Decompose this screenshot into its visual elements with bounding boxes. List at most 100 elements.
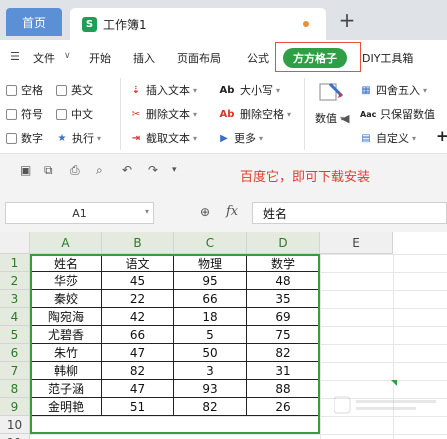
table-cell[interactable]: 93 [174,380,247,398]
table-cell[interactable]: 物理 [174,254,247,272]
menu-page-layout[interactable]: 页面布局 [177,50,221,66]
table-cell[interactable]: 45 [102,272,174,290]
table-cell[interactable]: 50 [174,344,247,362]
select-all-corner[interactable] [0,232,30,254]
table-cell[interactable]: 姓名 [30,254,102,272]
row-header-8[interactable]: 8 [0,380,30,398]
row-header-10[interactable]: 10 [0,416,30,434]
menu-start[interactable]: 开始 [89,50,111,66]
checkbox-english[interactable]: 英文 [56,82,93,98]
checkbox-icon[interactable] [6,132,17,144]
execute-button[interactable]: ★ 执行 ▾ [56,130,102,146]
redo-icon[interactable]: ↷ [148,163,158,177]
cut-text-button[interactable]: ⇥ 截取文本 ▾ [130,130,197,146]
print-preview-icon[interactable]: ⌕ [96,163,103,178]
function-icon[interactable]: fx [226,204,238,219]
more-button[interactable]: ▶ 更多 ▾ [218,130,263,146]
insert-text-button[interactable]: ⇣ 插入文本 ▾ [130,82,197,98]
table-cell[interactable]: 82 [174,398,247,416]
numeric-icon[interactable] [318,80,344,104]
chevron-down-icon[interactable]: ▾ [172,165,177,175]
checkbox-symbol[interactable]: 符号 [6,106,43,122]
export-icon[interactable]: ⧉ [44,163,53,178]
table-cell[interactable]: 陶宛海 [30,308,102,326]
table-cell[interactable]: 数学 [247,254,320,272]
checkbox-icon[interactable] [56,84,67,96]
row-header-2[interactable]: 2 [0,272,30,290]
dropdown-arrow-icon[interactable]: ◀ [341,112,349,125]
formula-input[interactable]: 姓名 [252,202,447,224]
row-header-3[interactable]: 3 [0,290,30,308]
table-cell[interactable]: 95 [174,272,247,290]
numeric-button[interactable]: 数值 ▾ [315,110,344,126]
table-cell[interactable]: 语文 [102,254,174,272]
save-icon[interactable]: ▣ [20,163,31,177]
checkbox-icon[interactable] [6,108,17,120]
table-cell[interactable]: 75 [247,326,320,344]
column-header-d[interactable]: D [247,232,320,254]
new-tab-button[interactable]: + [337,8,357,32]
row-header-5[interactable]: 5 [0,326,30,344]
table-cell[interactable]: 69 [247,308,320,326]
row-header-4[interactable]: 4 [0,308,30,326]
row-header-11[interactable]: 11 [0,434,30,439]
table-cell[interactable]: 66 [174,290,247,308]
keep-value-button[interactable]: Aac 只保留数值 [360,106,435,122]
chevron-down-icon[interactable]: ▾ [145,207,149,216]
table-cell[interactable]: 66 [102,326,174,344]
round-button[interactable]: ▦ 四舍五入 ▾ [360,82,427,98]
table-cell[interactable]: 82 [102,362,174,380]
column-header-e[interactable]: E [320,232,393,254]
table-cell[interactable]: 47 [102,344,174,362]
checkbox-space[interactable]: 空格 [6,82,43,98]
table-cell[interactable]: 韩柳 [30,362,102,380]
table-cell[interactable]: 3 [174,362,247,380]
delete-text-button[interactable]: ✂ 删除文本 ▾ [130,106,197,122]
menu-file[interactable]: 文件 [33,50,55,66]
tab-workbook[interactable]: S 工作簿1 [70,8,326,40]
tab-home[interactable]: 首页 [6,8,62,36]
table-cell[interactable]: 朱竹 [30,344,102,362]
table-cell[interactable]: 秦姣 [30,290,102,308]
table-cell[interactable]: 尤碧香 [30,326,102,344]
checkbox-icon[interactable] [56,108,67,120]
menu-insert[interactable]: 插入 [133,50,155,66]
checkbox-icon[interactable] [6,84,17,96]
chevron-down-icon[interactable]: ∨ [64,51,71,61]
checkbox-number[interactable]: 数字 [6,130,43,146]
table-cell[interactable]: 88 [247,380,320,398]
table-cell[interactable]: 22 [102,290,174,308]
column-header-c[interactable]: C [174,232,247,254]
add-button[interactable]: + [436,127,447,145]
name-box[interactable]: A1 ▾ [5,202,154,224]
column-header-b[interactable]: B [102,232,174,254]
zoom-icon[interactable]: ⊕ [200,205,210,219]
table-cell[interactable]: 金明艳 [30,398,102,416]
case-button[interactable]: Ab 大小写 ▾ [218,82,280,98]
table-cell[interactable]: 51 [102,398,174,416]
table-cell[interactable]: 42 [102,308,174,326]
checkbox-chinese[interactable]: 中文 [56,106,93,122]
table-cell[interactable]: 华莎 [30,272,102,290]
column-header-a[interactable]: A [30,232,102,254]
undo-icon[interactable]: ↶ [122,163,132,177]
delete-space-button[interactable]: Ab 删除空格 ▾ [218,106,291,122]
menu-formula[interactable]: 公式 [247,50,269,66]
table-cell[interactable]: 48 [247,272,320,290]
row-header-7[interactable]: 7 [0,362,30,380]
table-cell[interactable]: 18 [174,308,247,326]
row-header-9[interactable]: 9 [0,398,30,416]
custom-button[interactable]: ▤ 自定义 ▾ [360,130,416,146]
menu-hamburger-icon[interactable]: ☰ [10,50,20,63]
row-header-6[interactable]: 6 [0,344,30,362]
table-cell[interactable]: 82 [247,344,320,362]
table-cell[interactable]: 26 [247,398,320,416]
menu-diy-toolbox[interactable]: DIY工具箱 [362,50,413,66]
row-header-1[interactable]: 1 [0,254,30,272]
table-cell[interactable]: 范子涵 [30,380,102,398]
table-cell[interactable]: 31 [247,362,320,380]
print-icon[interactable]: ⎙ [70,163,80,178]
table-cell[interactable]: 35 [247,290,320,308]
table-cell[interactable]: 47 [102,380,174,398]
table-cell[interactable]: 5 [174,326,247,344]
